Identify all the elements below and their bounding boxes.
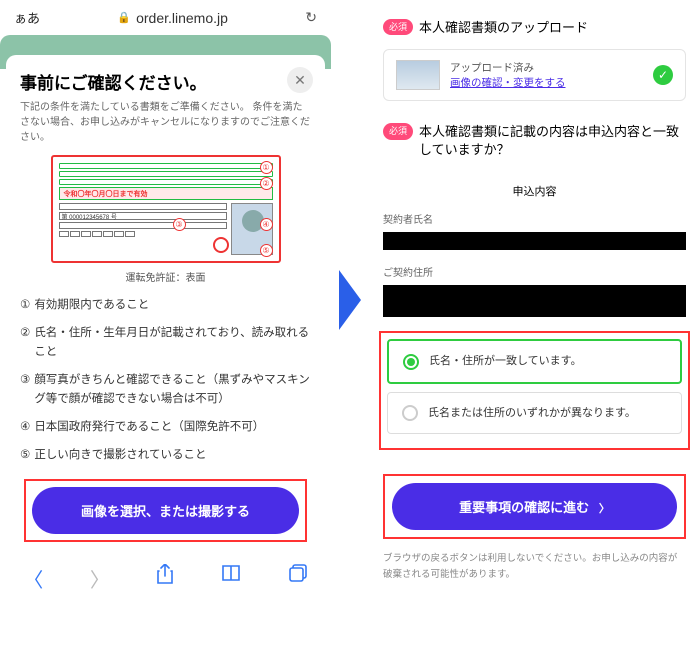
radio-highlight-box: 氏名・住所が一致しています。 氏名または住所のいずれかが異なります。 (379, 331, 690, 450)
url-display[interactable]: 🔒 order.linemo.jp (117, 10, 228, 26)
close-icon: ✕ (294, 72, 306, 89)
name-field-label: 契約者氏名 (383, 211, 686, 226)
radio-dot-icon (402, 405, 418, 421)
radio-label: 氏名・住所が一致しています。 (429, 353, 582, 370)
modal-title: 事前にご確認ください。 (20, 69, 311, 94)
radio-label: 氏名または住所のいずれかが異なります。 (428, 405, 636, 422)
cta-highlight-box: 画像を選択、または撮影する (24, 479, 307, 542)
chevron-right-icon: 〉 (599, 503, 610, 515)
list-item: ⑤正しい向きで撮影されていること (20, 446, 311, 464)
confirmation-modal: ✕ 事前にご確認ください。 下記の条件を満たしている書類をご準備ください。 条件… (6, 55, 325, 542)
proceed-button[interactable]: 重要事項の確認に進む 〉 (392, 483, 677, 530)
application-content-title: 申込内容 (383, 173, 686, 211)
safari-toolbar: 〈 〉 (0, 552, 331, 601)
browser-warning-note: ブラウザの戻るボタンは利用しないでください。お申し込みの内容が破棄される可能性が… (369, 551, 700, 589)
requirement-list: ①有効期限内であること ②氏名・住所・生年月日が記載されており、読み取れること … (20, 296, 311, 465)
required-badge: 必須 (383, 19, 413, 36)
list-item: ④日本国政府発行であること（国際免許不可） (20, 418, 311, 436)
match-section-header: 必須 本人確認書類に記載の内容は申込内容と一致していますか？ (369, 115, 700, 167)
redacted-address (383, 285, 686, 317)
close-button[interactable]: ✕ (287, 67, 313, 93)
reload-icon[interactable]: ↻ (305, 9, 317, 26)
match-heading: 本人確認書類に記載の内容は申込内容と一致していますか？ (419, 123, 686, 159)
list-item: ①有効期限内であること (20, 296, 311, 314)
upload-section-header: 必須 本人確認書類のアップロード (369, 11, 700, 45)
right-phone-frame: 必須 本人確認書類のアップロード アップロード済み 画像の確認・変更をする ✓ … (369, 11, 700, 590)
marker-3: ③ (173, 218, 186, 231)
redacted-name (383, 232, 686, 250)
flow-arrow-icon (339, 270, 361, 330)
select-image-button[interactable]: 画像を選択、または撮影する (32, 487, 299, 534)
forward-button: 〉 (90, 564, 110, 593)
upload-heading: 本人確認書類のアップロード (419, 19, 686, 37)
lock-icon: 🔒 (117, 11, 131, 24)
change-image-link[interactable]: 画像の確認・変更をする (450, 77, 566, 89)
left-phone-frame: ぁあ 🔒 order.linemo.jp ↻ ✕ 事前にご確認ください。 下記の… (0, 0, 331, 601)
address-field-label: ご契約住所 (383, 264, 686, 279)
check-icon: ✓ (653, 65, 673, 85)
marker-1: ① (260, 161, 273, 174)
radio-match-yes[interactable]: 氏名・住所が一致しています。 (387, 339, 682, 384)
license-sample-image: 令和〇年〇月〇日まで有効 第 000012345678 号 ① ② ③ ④ ⑤ (51, 155, 281, 263)
safari-address-bar: ぁあ 🔒 order.linemo.jp ↻ (0, 0, 331, 35)
list-item: ③顔写真がきちんと確認できること（黒ずみやマスキング等で顔が確認できない場合は不… (20, 371, 311, 408)
text-size-button[interactable]: ぁあ (14, 8, 40, 27)
share-button[interactable] (156, 564, 174, 593)
proceed-button-label: 重要事項の確認に進む (459, 500, 589, 515)
marker-2: ② (260, 177, 273, 190)
cta-highlight-box: 重要事項の確認に進む 〉 (383, 474, 686, 539)
bookmarks-button[interactable] (221, 564, 241, 593)
back-button[interactable]: 〈 (23, 564, 43, 593)
radio-match-no[interactable]: 氏名または住所のいずれかが異なります。 (387, 392, 682, 435)
application-content-box: 申込内容 契約者氏名 ご契約住所 (383, 173, 686, 317)
stamp-icon (213, 237, 229, 253)
document-thumbnail (396, 60, 440, 90)
uploaded-document-card: アップロード済み 画像の確認・変更をする ✓ (383, 49, 686, 101)
url-text: order.linemo.jp (136, 10, 228, 26)
radio-dot-icon (403, 354, 419, 370)
marker-4: ④ (260, 218, 273, 231)
upload-done-label: アップロード済み (450, 60, 643, 75)
modal-subtitle: 下記の条件を満たしている書類をご準備ください。 条件を満たさない場合、お申し込み… (20, 100, 311, 145)
required-badge: 必須 (383, 123, 413, 140)
marker-5: ⑤ (260, 244, 273, 257)
tabs-button[interactable] (288, 564, 308, 593)
license-caption: 運転免許証：表面 (20, 269, 311, 284)
list-item: ②氏名・住所・生年月日が記載されており、読み取れること (20, 324, 311, 361)
